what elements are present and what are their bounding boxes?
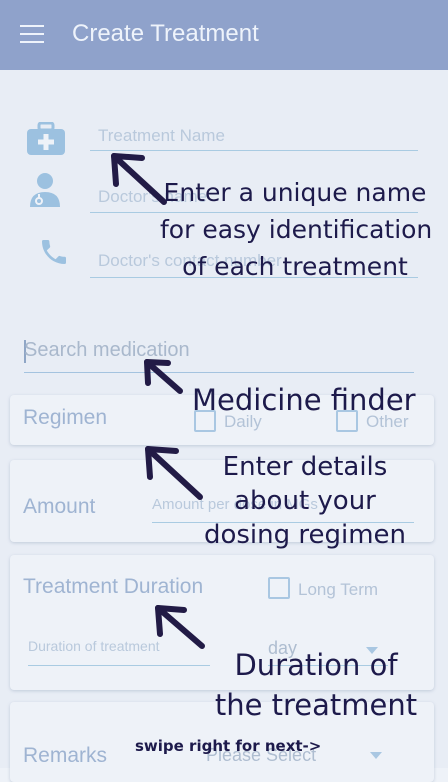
- menu-icon[interactable]: [20, 25, 44, 43]
- long-term-checkbox[interactable]: [268, 577, 290, 599]
- remarks-label: Remarks: [23, 744, 108, 767]
- arrow-icon: [144, 359, 183, 394]
- chevron-down-icon[interactable]: [370, 752, 382, 759]
- swipe-hint: swipe right for next->: [135, 737, 322, 755]
- search-underline: [24, 372, 414, 373]
- phone-icon: [42, 240, 66, 264]
- doctor-icon: [30, 173, 60, 207]
- first-aid-kit-icon: [27, 122, 65, 155]
- finder-tip-text: Medicine finder: [192, 383, 416, 417]
- duration-label: Treatment Duration: [23, 575, 204, 598]
- regimen-tip-text: Enter details about your dosing regimen: [203, 452, 407, 550]
- duration-underline: [28, 665, 210, 666]
- long-term-label: Long Term: [298, 580, 379, 599]
- page-title: Create Treatment: [72, 20, 259, 47]
- app-bar: Create Treatment: [0, 0, 448, 70]
- treatment-name-input[interactable]: Treatment Name: [98, 126, 225, 146]
- duration-input[interactable]: Duration of treatment: [28, 638, 160, 654]
- arrow-icon: [155, 605, 205, 649]
- name-tip-text: Enter a unique name for easy identificat…: [160, 178, 433, 281]
- regimen-label: Regimen: [23, 406, 108, 429]
- amount-label: Amount: [23, 495, 96, 518]
- duration-tip-text: Duration of the treatment: [214, 648, 418, 722]
